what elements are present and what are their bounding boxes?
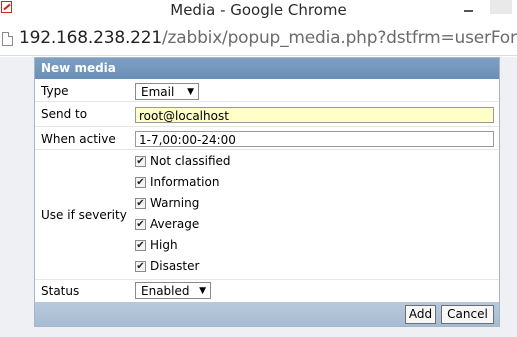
checkbox-checked-icon[interactable]: ✔	[135, 156, 146, 167]
address-bar[interactable]: 192.168.238.221/zabbix/popup_media.php?d…	[0, 24, 517, 56]
dialog-title: New media	[35, 58, 499, 79]
type-value: Email	[141, 85, 175, 99]
severity-label: Use if severity	[41, 208, 127, 222]
checkbox-checked-icon[interactable]: ✔	[135, 198, 146, 209]
when-active-label: When active	[41, 132, 116, 146]
dropdown-arrow-icon: ▼	[199, 286, 206, 296]
severity-row: Use if severity ✔ Not classified ✔ Infor…	[35, 150, 499, 280]
severity-option-label: Disaster	[150, 259, 200, 273]
status-label: Status	[41, 284, 80, 298]
page-icon	[2, 32, 13, 46]
title-bar: Media - Google Chrome	[0, 0, 517, 24]
severity-option-label: Average	[150, 217, 200, 231]
severity-option-label: Warning	[150, 196, 200, 210]
severity-option-label: High	[150, 238, 178, 252]
send-to-row: Send to root@localhost	[35, 103, 499, 127]
when-active-input[interactable]: 1-7,00:00-24:00	[135, 131, 494, 147]
when-active-row: When active 1-7,00:00-24:00	[35, 128, 499, 150]
new-media-dialog: New media Type Email ▼ Send to root@loca…	[34, 57, 500, 327]
type-select[interactable]: Email ▼	[135, 83, 199, 100]
scrollbar[interactable]	[505, 57, 517, 337]
url-text[interactable]: 192.168.238.221/zabbix/popup_media.php?d…	[19, 28, 517, 48]
checkbox-checked-icon[interactable]: ✔	[135, 219, 146, 230]
dropdown-arrow-icon: ▼	[187, 87, 194, 97]
status-row: Status Enabled ▼	[35, 280, 499, 302]
dialog-footer: Add Cancel	[35, 302, 499, 326]
severity-option-label: Information	[150, 175, 220, 189]
checkbox-checked-icon[interactable]: ✔	[135, 240, 146, 251]
url-path: /zabbix/popup_media.php?dstfrm=userForm	[162, 28, 517, 48]
url-host: 192.168.238.221	[19, 28, 163, 48]
cancel-button[interactable]: Cancel	[441, 305, 494, 324]
send-to-input[interactable]: root@localhost	[135, 107, 494, 123]
send-to-label: Send to	[41, 107, 88, 121]
minimize-icon[interactable]	[462, 3, 476, 17]
type-row: Type Email ▼	[35, 80, 499, 102]
checkbox-checked-icon[interactable]: ✔	[135, 261, 146, 272]
checkbox-checked-icon[interactable]: ✔	[135, 177, 146, 188]
add-button[interactable]: Add	[405, 305, 436, 324]
status-value: Enabled	[141, 284, 190, 298]
severity-option-label: Not classified	[150, 154, 231, 168]
maximize-icon[interactable]	[490, 0, 512, 14]
type-label: Type	[41, 84, 69, 98]
window-title: Media - Google Chrome	[170, 1, 347, 19]
status-select[interactable]: Enabled ▼	[135, 282, 211, 299]
